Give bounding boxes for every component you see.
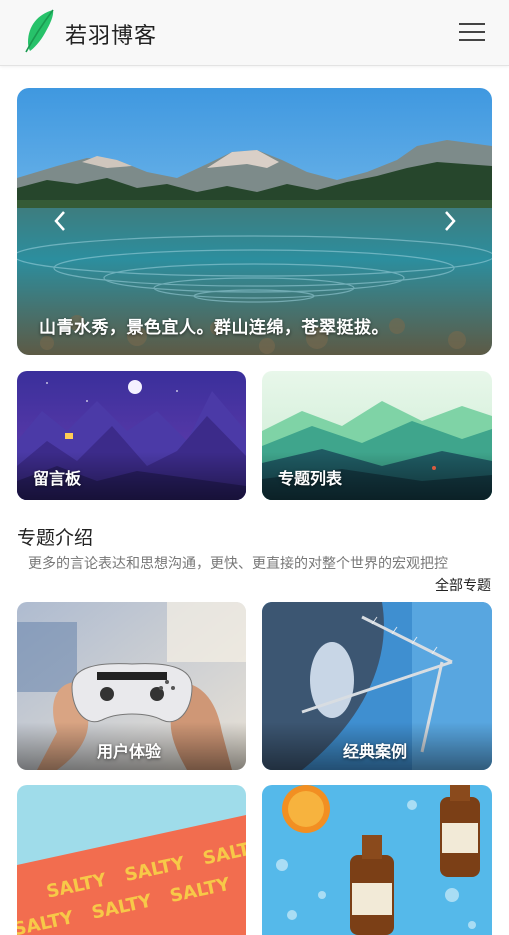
message-board-card[interactable]: 留言板 xyxy=(17,371,246,500)
topic-list-card[interactable]: 专题列表 xyxy=(262,371,492,500)
drinks-photo xyxy=(262,785,492,935)
all-topics-link[interactable]: 全部专题 xyxy=(435,575,491,595)
topic-card-3[interactable]: SALTY SALTY SALTY SALTY SALTY SALTY xyxy=(17,785,246,935)
user-experience-label: 用户体验 xyxy=(97,742,162,761)
section-title: 专题介绍 xyxy=(17,527,94,549)
message-board-label: 留言板 xyxy=(33,469,82,488)
chevron-left-icon[interactable] xyxy=(45,206,75,236)
topic-card-classic-cases[interactable]: 经典案例 xyxy=(262,602,492,770)
feather-logo-icon[interactable] xyxy=(20,8,58,54)
hamburger-menu-icon[interactable] xyxy=(457,20,487,46)
chevron-right-icon[interactable] xyxy=(435,206,465,236)
classic-cases-label: 经典案例 xyxy=(343,742,408,761)
topic-card-user-experience[interactable]: 用户体验 xyxy=(17,602,246,770)
hero-carousel[interactable]: 山青水秀，景色宜人。群山连绵，苍翠挺拔。 xyxy=(17,88,492,355)
top-navbar: 若羽博客 xyxy=(0,0,509,66)
site-title[interactable]: 若羽博客 xyxy=(65,18,157,50)
topic-card-4[interactable] xyxy=(262,785,492,935)
salty-typography-photo: SALTY SALTY SALTY SALTY SALTY SALTY xyxy=(17,785,246,935)
carousel-caption[interactable]: 山青水秀，景色宜人。群山连绵，苍翠挺拔。 xyxy=(39,313,389,338)
topic-list-label: 专题列表 xyxy=(278,469,343,488)
section-description: 更多的言论表达和思想沟通，更快、更直接的对整个世界的宏观把控 xyxy=(28,556,448,572)
